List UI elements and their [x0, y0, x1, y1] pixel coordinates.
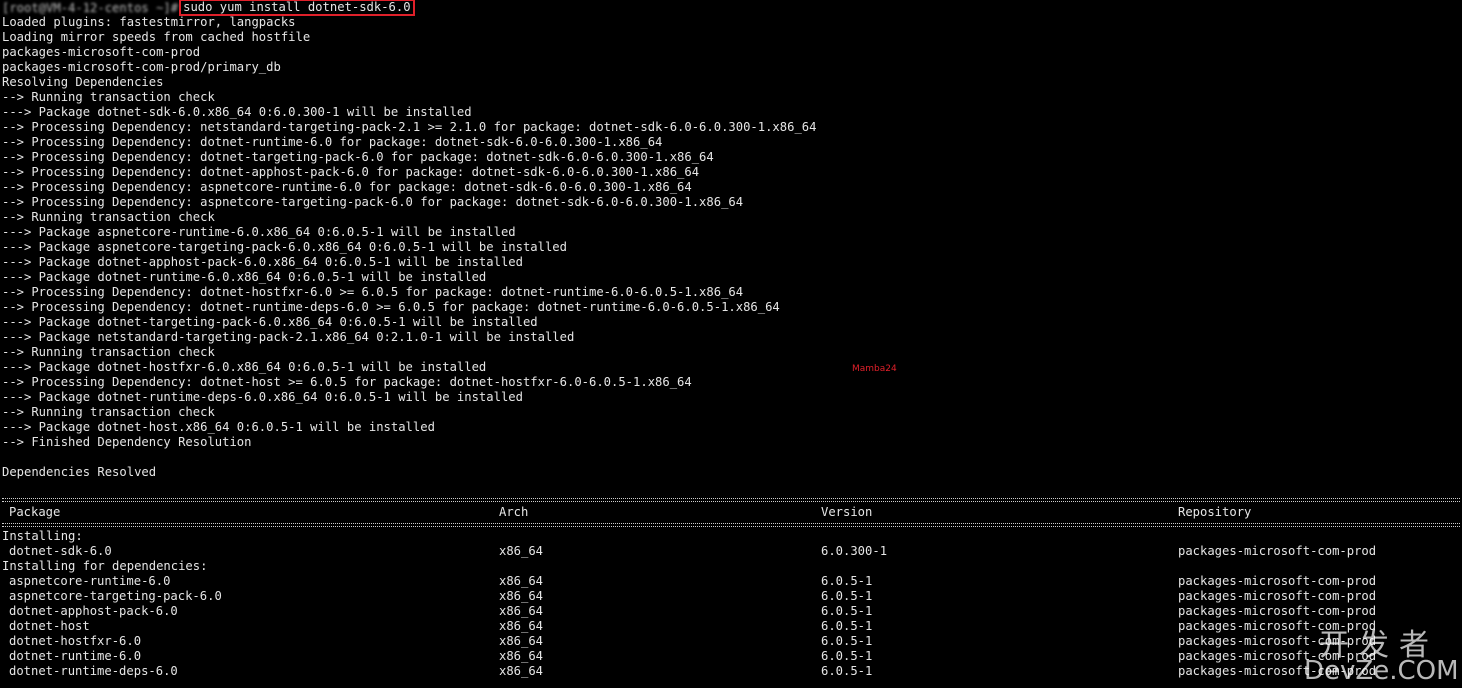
cell-arch: x86_64: [499, 574, 544, 588]
cell-package: dotnet-sdk-6.0: [9, 544, 112, 558]
cell-package: dotnet-runtime-deps-6.0: [9, 664, 178, 678]
cell-package: dotnet-hostfxr-6.0: [9, 634, 142, 648]
output-line: packages-microsoft-com-prod/primary_db: [2, 60, 281, 74]
cell-arch: x86_64: [499, 604, 544, 618]
cell-version: 6.0.5-1: [821, 634, 873, 648]
cell-version: 6.0.5-1: [821, 619, 873, 633]
output-line: --> Finished Dependency Resolution: [2, 435, 252, 449]
prompt-user-host: [root@VM-4-12-centos ~]#: [2, 1, 179, 15]
output-line: --> Processing Dependency: aspnetcore-ta…: [2, 195, 744, 209]
output-line: ---> Package dotnet-hostfxr-6.0.x86_64 0…: [2, 360, 487, 374]
cell-package: dotnet-host: [9, 619, 90, 633]
header-repository: Repository: [1178, 505, 1252, 519]
cell-arch: x86_64: [499, 649, 544, 663]
command-highlight: sudo yum install dotnet-sdk-6.0: [179, 0, 415, 16]
dependency-rows: aspnetcore-runtime-6.0 x86_64 6.0.5-1 packa…: [2, 574, 1460, 679]
output-line: ---> Package dotnet-targeting-pack-6.0.x…: [2, 315, 538, 329]
table-header-row: Package Arch Version Repository: [2, 505, 1460, 520]
header-arch: Arch: [499, 505, 529, 519]
output-line: ---> Package aspnetcore-runtime-6.0.x86_…: [2, 225, 516, 239]
cell-package: dotnet-apphost-pack-6.0: [9, 604, 178, 618]
output-line: ---> Package dotnet-runtime-6.0.x86_64 0…: [2, 270, 487, 284]
output-line: --> Processing Dependency: dotnet-runtim…: [2, 300, 780, 314]
cell-repository: packages-microsoft-com-prod: [1178, 574, 1377, 588]
table-row: aspnetcore-targeting-pack-6.0 x86_64 6.0.5…: [2, 589, 1460, 604]
table-row: dotnet-runtime-6.0 x86_64 6.0.5-1 packages-…: [2, 649, 1460, 664]
output-line: --> Processing Dependency: aspnetcore-ru…: [2, 180, 692, 194]
table-row: aspnetcore-runtime-6.0 x86_64 6.0.5-1 packa…: [2, 574, 1460, 589]
command-output: Loaded plugins: fastestmirror, langpacks…: [2, 15, 1460, 495]
output-line: ---> Package aspnetcore-targeting-pack-6…: [2, 240, 567, 254]
table-separator-top: [2, 498, 1460, 502]
output-line: --> Running transaction check: [2, 90, 215, 104]
cell-version: 6.0.5-1: [821, 574, 873, 588]
output-line: Loaded plugins: fastestmirror, langpacks: [2, 15, 296, 29]
cell-arch: x86_64: [499, 589, 544, 603]
output-line: ---> Package dotnet-host.x86_64 0:6.0.5-…: [2, 420, 435, 434]
cell-repository: packages-microsoft-com-prod: [1178, 544, 1377, 558]
cell-arch: x86_64: [499, 664, 544, 678]
table-row: dotnet-sdk-6.0 x86_64 6.0.300-1 packages-mi…: [2, 544, 1460, 559]
cell-package: dotnet-runtime-6.0: [9, 649, 142, 663]
table-row: dotnet-apphost-pack-6.0 x86_64 6.0.5-1 pack…: [2, 604, 1460, 619]
output-line: Loading mirror speeds from cached hostfi…: [2, 30, 311, 44]
cell-version: 6.0.5-1: [821, 589, 873, 603]
cell-arch: x86_64: [499, 619, 544, 633]
output-line: --> Processing Dependency: dotnet-target…: [2, 150, 714, 164]
cell-package: aspnetcore-runtime-6.0: [9, 574, 171, 588]
cell-version: 6.0.5-1: [821, 604, 873, 618]
output-line: ---> Package netstandard-targeting-pack-…: [2, 330, 575, 344]
output-line: ---> Package dotnet-runtime-deps-6.0.x86…: [2, 390, 523, 404]
output-line: --> Processing Dependency: dotnet-host >…: [2, 375, 692, 389]
site-logo-en: DevZe.COM: [1304, 656, 1459, 686]
cell-version: 6.0.5-1: [821, 664, 873, 678]
site-logo: 开发者 DevZe.COM: [1304, 630, 1459, 686]
output-line: --> Running transaction check: [2, 210, 215, 224]
cell-arch: x86_64: [499, 544, 544, 558]
output-line: Resolving Dependencies: [2, 75, 164, 89]
output-line: packages-microsoft-com-prod: [2, 45, 201, 59]
watermark-text: Mamba24: [852, 364, 897, 374]
output-line: --> Processing Dependency: dotnet-runtim…: [2, 135, 663, 149]
output-line: --> Processing Dependency: dotnet-hostfx…: [2, 285, 744, 299]
dependencies-label: Installing for dependencies:: [2, 559, 208, 573]
cell-version: 6.0.5-1: [821, 649, 873, 663]
cell-repository: packages-microsoft-com-prod: [1178, 589, 1377, 603]
output-line: ---> Package dotnet-sdk-6.0.x86_64 0:6.0…: [2, 105, 472, 119]
table-row: dotnet-runtime-deps-6.0 x86_64 6.0.5-1 pack…: [2, 664, 1460, 679]
output-line: Dependencies Resolved: [2, 465, 157, 479]
output-line: --> Running transaction check: [2, 405, 215, 419]
output-line: --> Processing Dependency: netstandard-t…: [2, 120, 817, 134]
table-separator-bottom: [2, 523, 1460, 527]
output-line: --> Processing Dependency: dotnet-apphos…: [2, 165, 700, 179]
cell-package: aspnetcore-targeting-pack-6.0: [9, 589, 222, 603]
output-line: --> Running transaction check: [2, 345, 215, 359]
output-line: ---> Package dotnet-apphost-pack-6.0.x86…: [2, 255, 523, 269]
terminal-window[interactable]: [root@VM-4-12-centos ~]# sudo yum install…: [2, 0, 1460, 688]
header-version: Version: [821, 505, 873, 519]
cell-version: 6.0.300-1: [821, 544, 888, 558]
cell-arch: x86_64: [499, 634, 544, 648]
header-package: Package: [9, 505, 61, 519]
table-row: dotnet-host x86_64 6.0.5-1 packages-microso…: [2, 619, 1460, 634]
installing-label: Installing:: [2, 529, 83, 543]
cell-repository: packages-microsoft-com-prod: [1178, 604, 1377, 618]
table-row: dotnet-hostfxr-6.0 x86_64 6.0.5-1 packages-…: [2, 634, 1460, 649]
installing-rows: dotnet-sdk-6.0 x86_64 6.0.300-1 packages-mi…: [2, 544, 1460, 559]
prompt-line: [root@VM-4-12-centos ~]# sudo yum install…: [2, 0, 1460, 16]
